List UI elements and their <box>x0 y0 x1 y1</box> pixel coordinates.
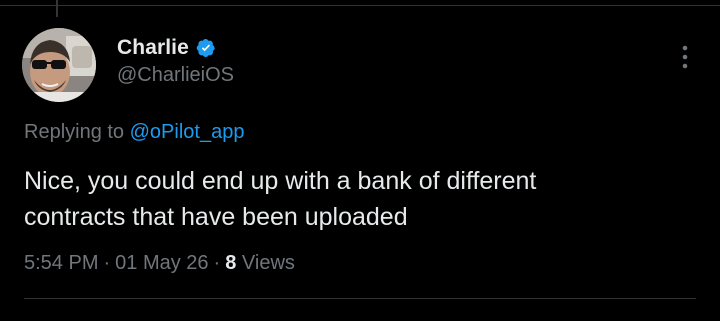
meta-separator: · <box>213 252 221 274</box>
tweet-time[interactable]: 5:54 PM <box>24 252 98 274</box>
more-vertical-icon <box>682 45 688 69</box>
top-divider <box>0 0 720 6</box>
thread-connector-line <box>56 0 58 17</box>
replying-to-prefix: Replying to <box>24 121 130 143</box>
replying-to-line: Replying to @oPilot_app <box>24 118 244 146</box>
tweet-meta: 5:54 PM · 01 May 26 · 8 Views <box>24 249 295 277</box>
meta-separator: · <box>103 252 111 274</box>
bottom-divider <box>24 298 696 299</box>
avatar[interactable] <box>22 28 96 102</box>
author-name-row: Charlie <box>117 34 234 62</box>
author-display-name[interactable]: Charlie <box>117 36 189 60</box>
views-count[interactable]: 8 <box>225 252 236 274</box>
more-options-button[interactable] <box>670 40 700 74</box>
tweet-text-line: Nice, you could end up with a bank of di… <box>24 167 537 195</box>
replying-to-mention-link[interactable]: @oPilot_app <box>130 121 245 143</box>
tweet-text-line: contracts that have been uploaded <box>24 203 408 231</box>
author-block: Charlie @CharlieiOS <box>117 34 234 88</box>
author-handle[interactable]: @CharlieiOS <box>117 62 234 88</box>
tweet-date[interactable]: 01 May 26 <box>115 252 208 274</box>
tweet-text: Nice, you could end up with a bank of di… <box>24 163 704 235</box>
avatar-image <box>22 28 96 102</box>
views-label: Views <box>241 252 295 274</box>
verified-badge-icon <box>196 38 216 58</box>
